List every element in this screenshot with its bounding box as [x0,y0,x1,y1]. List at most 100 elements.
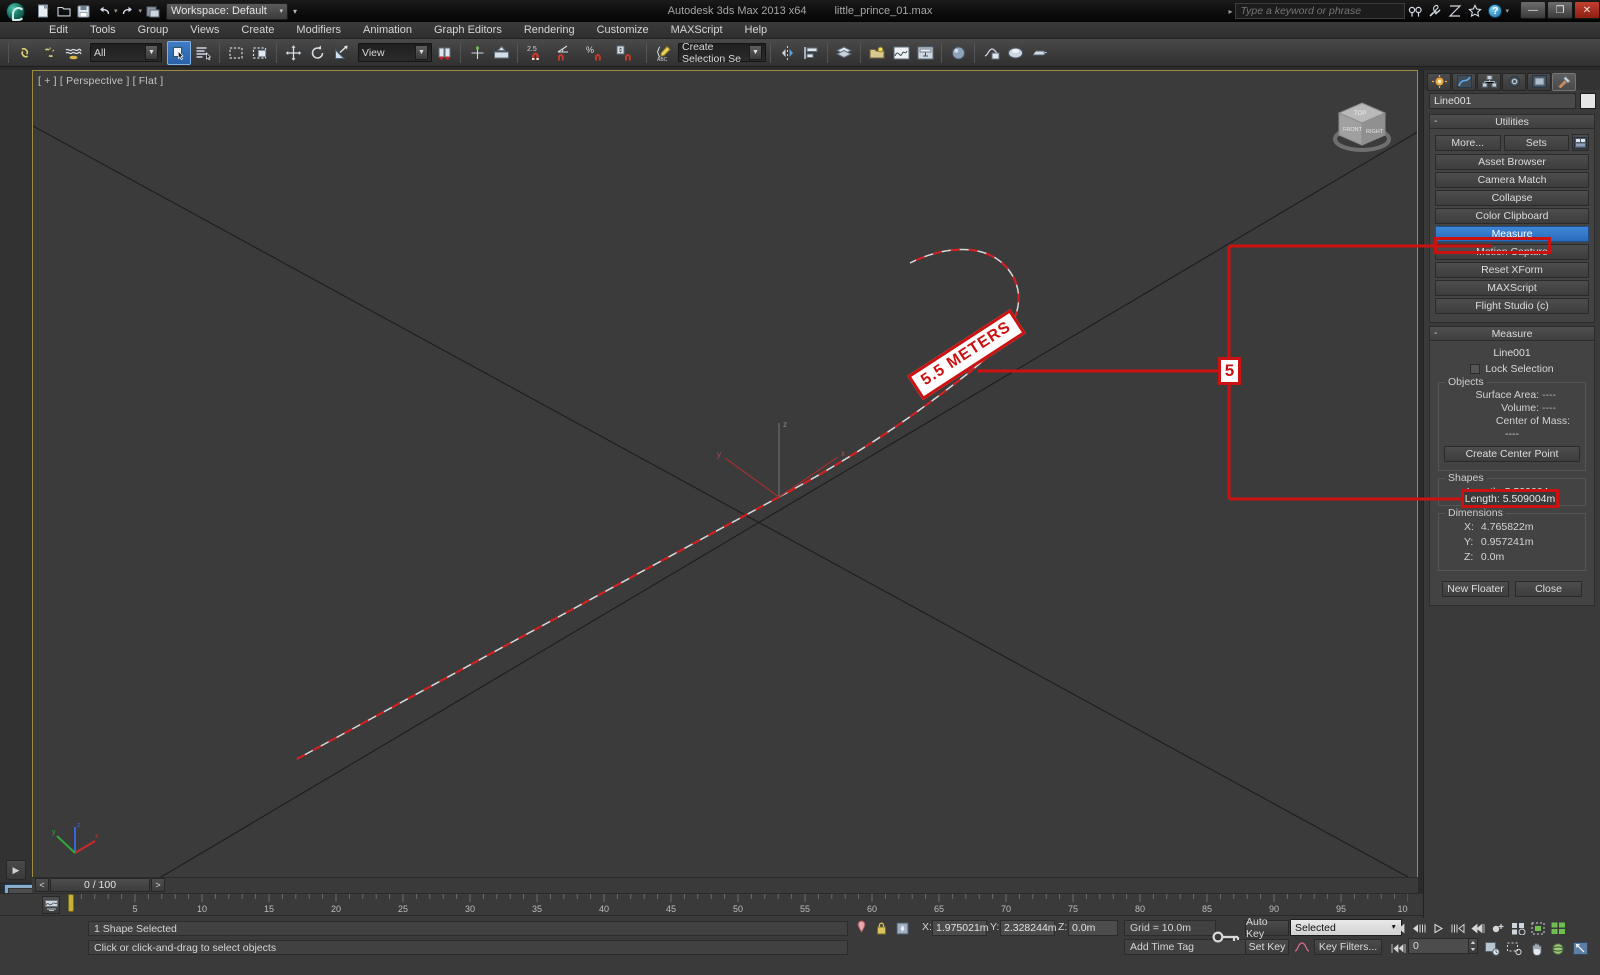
select-and-move-icon[interactable] [281,41,305,65]
color-clipboard-button[interactable]: Color Clipboard [1435,208,1589,224]
close-measure-button[interactable]: Close [1515,581,1582,597]
menu-group[interactable]: Group [127,22,180,39]
y-coord-field[interactable]: 2.328244m [1000,920,1055,936]
menu-views[interactable]: Views [179,22,230,39]
search-expand-icon[interactable]: ▸ [1228,7,1232,16]
next-frame-icon[interactable] [1450,920,1467,937]
prev-frame-icon[interactable] [1410,920,1427,937]
x-coord-field[interactable]: 1.975021m [932,920,987,936]
menu-edit[interactable]: Edit [38,22,79,39]
lock-selection-icon[interactable] [875,921,888,941]
keyboard-shortcut-override-icon[interactable] [489,41,513,65]
time-configuration-icon[interactable] [1490,920,1507,937]
menu-help[interactable]: Help [734,22,779,39]
rectangular-selection-region-icon[interactable] [224,41,248,65]
render-production-icon[interactable] [1027,41,1051,65]
menu-graph-editors[interactable]: Graph Editors [423,22,513,39]
default-in-out-tangents-icon[interactable] [1292,939,1312,955]
select-and-rotate-icon[interactable] [305,41,329,65]
measure-rollout-header[interactable]: - Measure [1430,327,1594,341]
snaps-toggle-icon[interactable]: 2.5 [522,41,552,65]
lock-selection-row[interactable]: Lock Selection [1436,363,1588,375]
wrench-icon[interactable] [1425,1,1445,21]
play-animation-icon[interactable] [1430,920,1447,937]
zoom-extents-all-icon[interactable] [1510,920,1527,937]
zoom-extents-all-selected-icon[interactable] [1550,920,1567,937]
menu-tools[interactable]: Tools [79,22,127,39]
app-logo-icon[interactable] [0,0,30,22]
current-frame-field[interactable]: 0 [1408,938,1470,954]
minimize-button[interactable]: — [1520,1,1546,19]
time-slider[interactable]: < 0 / 100 > [32,877,1418,893]
utilities-rollout-header[interactable]: - Utilities [1430,115,1594,129]
goto-end-icon[interactable] [1470,920,1487,937]
object-color-swatch[interactable] [1580,93,1596,109]
set-project-folder-icon[interactable] [143,2,162,21]
layer-manager-icon[interactable] [832,41,856,65]
prev-frame-arrow[interactable]: < [35,878,49,892]
maximize-viewport-toggle-icon[interactable] [1572,940,1589,957]
expand-strip-button[interactable]: ▶ [6,860,26,880]
new-file-icon[interactable] [34,2,53,21]
frame-spinner[interactable] [1468,938,1478,954]
frame-zero-marker[interactable] [68,894,74,912]
search-icon[interactable] [1405,1,1425,21]
auto-key-button[interactable]: Auto Key [1245,920,1289,936]
help-dropdown-icon[interactable]: ▾ [1505,7,1509,15]
selection-filter-combo[interactable]: All ▼ [90,43,162,62]
undo-icon[interactable] [94,2,113,21]
chevron-down-icon[interactable]: ▼ [145,45,158,60]
display-tab[interactable] [1527,73,1551,91]
zoom-extents-icon[interactable] [1530,920,1547,937]
named-selection-set-combo[interactable]: Create Selection Se ▼ [678,43,766,62]
prev-next-key-icon[interactable] [1390,940,1407,957]
next-frame-arrow[interactable]: > [151,878,165,892]
time-slider-track[interactable] [32,877,1418,893]
align-icon[interactable] [799,41,823,65]
maxscript-button[interactable]: MAXScript [1435,280,1589,296]
material-editor-icon[interactable] [946,41,970,65]
modify-tab[interactable] [1452,73,1476,91]
unlink-selection-icon[interactable] [37,41,61,65]
motion-tab[interactable] [1502,73,1526,91]
flight-studio-button[interactable]: Flight Studio (c) [1435,298,1589,314]
select-and-uniform-scale-icon[interactable] [329,41,353,65]
more-button[interactable]: More... [1435,135,1501,151]
object-name-field[interactable]: Line001 [1429,93,1576,109]
isolate-selection-icon[interactable] [855,920,868,941]
menu-customize[interactable]: Customize [586,22,660,39]
select-and-link-icon[interactable] [13,41,37,65]
schematic-view-icon[interactable] [913,41,937,65]
collapse-button[interactable]: Collapse [1435,190,1589,206]
hierarchy-tab[interactable] [1477,73,1501,91]
subscription-icon[interactable] [1445,1,1465,21]
open-mini-curve-editor-icon[interactable] [42,896,60,914]
lock-selection-checkbox[interactable] [1470,364,1480,374]
save-file-icon[interactable] [74,2,93,21]
key-filters-button[interactable]: Key Filters... [1314,939,1382,955]
reset-xform-button[interactable]: Reset XForm [1435,262,1589,278]
select-object-icon[interactable] [167,41,191,65]
time-configuration-button-icon[interactable] [1484,940,1501,957]
perspective-viewport[interactable]: [ + ] [ Perspective ] [ Flat ] z y x x y… [32,70,1418,882]
z-coord-field[interactable]: 0.0m [1068,920,1118,936]
sets-button[interactable]: Sets [1504,135,1570,151]
set-key-button[interactable]: Set Key [1245,939,1289,955]
measure-button[interactable]: Measure [1435,226,1589,242]
rendered-frame-window-icon[interactable] [1003,41,1027,65]
chevron-down-icon[interactable]: ▼ [749,45,762,60]
select-and-manipulate-icon[interactable] [465,41,489,65]
motion-capture-button[interactable]: Motion Capture [1435,244,1589,260]
redo-icon[interactable] [119,2,138,21]
new-floater-button[interactable]: New Floater [1442,581,1509,597]
window-crossing-toggle-icon[interactable] [248,41,272,65]
percent-snap-toggle-icon[interactable]: % [582,41,612,65]
menu-maxscript[interactable]: MAXScript [660,22,734,39]
curve-editor-icon[interactable] [889,41,913,65]
close-button[interactable]: ✕ [1574,1,1600,19]
restore-button[interactable]: ❐ [1547,1,1573,19]
workspace-dropdown-arrow-icon[interactable]: ▾ [293,7,297,16]
workspace-selector[interactable]: Workspace: Default ▾ [166,3,288,20]
configure-button-sets-icon[interactable] [1572,134,1589,151]
create-tab[interactable] [1427,73,1451,91]
